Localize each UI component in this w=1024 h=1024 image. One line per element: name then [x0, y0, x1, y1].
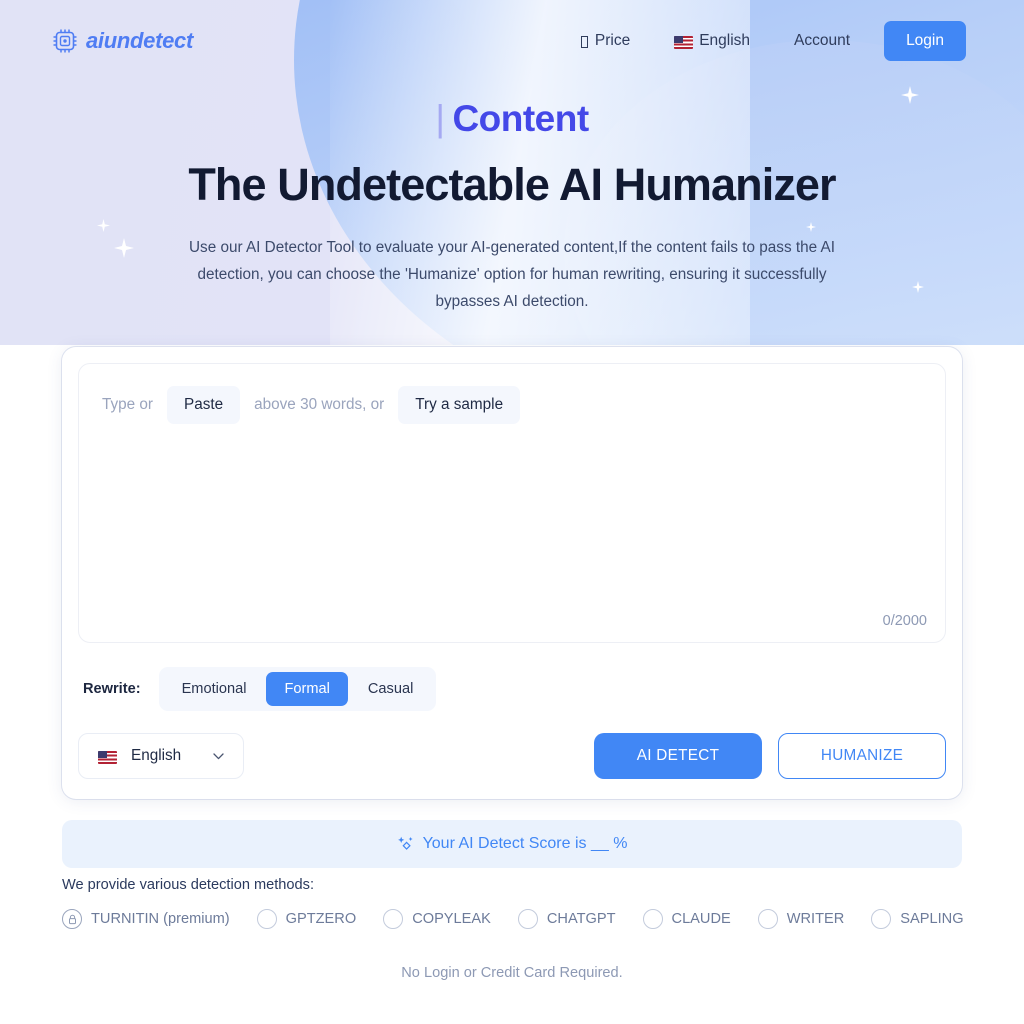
main-nav: Price English Account Login	[559, 21, 966, 61]
method-label: CHATGPT	[546, 911, 616, 927]
character-counter: 0/2000	[882, 613, 927, 629]
nav-item-language[interactable]: English	[652, 32, 772, 50]
hero-eyebrow-bar: |	[435, 98, 445, 139]
method-label: COPYLEAK	[412, 911, 491, 927]
placeholder-middle: above 30 words, or	[254, 396, 385, 413]
missing-glyph-icon	[580, 36, 588, 48]
lock-radio	[62, 909, 82, 929]
nav-item-label: English	[699, 32, 751, 49]
hero-subtitle: Use our AI Detector Tool to evaluate you…	[189, 239, 835, 311]
paste-button[interactable]: Paste	[167, 386, 241, 424]
brand-logo[interactable]: aiundetect	[52, 28, 193, 54]
detection-methods-label: We provide various detection methods:	[62, 877, 315, 893]
ai-detect-button[interactable]: AI DETECT	[594, 733, 762, 779]
hero-eyebrow-label: Content	[452, 98, 589, 139]
editor-placeholder-row: Type or Paste above 30 words, or Try a s…	[79, 364, 945, 424]
hero-eyebrow: | Content	[0, 100, 1024, 137]
page-title: The Undetectable AI Humanizer	[188, 159, 836, 210]
radio-icon	[517, 909, 538, 929]
text-input-area[interactable]: Type or Paste above 30 words, or Try a s…	[78, 363, 946, 643]
placeholder-prefix: Type or	[102, 396, 154, 413]
humanizer-card: Type or Paste above 30 words, or Try a s…	[62, 347, 962, 799]
detection-methods-row: TURNITIN (premium) GPTZERO COPYLEAK CHAT…	[62, 909, 972, 929]
nav-item-label: Account	[794, 32, 851, 49]
radio-icon	[256, 909, 277, 929]
method-label: WRITER	[786, 911, 845, 927]
ai-detect-score-banner: Your AI Detect Score is __ %	[62, 820, 962, 868]
rewrite-controls: Rewrite: Emotional Formal Casual	[62, 659, 962, 711]
tone-option-formal[interactable]: Formal	[266, 672, 348, 706]
score-text: Your AI Detect Score is __ %	[422, 835, 628, 852]
hero-section: | Content The Undetectable AI Humanizer U…	[0, 100, 1024, 315]
method-option-writer[interactable]: WRITER	[757, 909, 845, 929]
us-flag-icon	[674, 35, 694, 49]
rewrite-tone-segmented-control: Emotional Formal Casual	[158, 667, 437, 711]
language-select-value: English	[131, 747, 182, 764]
site-header: aiundetect Price English Account Login	[0, 0, 1024, 82]
tone-option-casual[interactable]: Casual	[350, 672, 431, 706]
card-action-row: English AI DETECT HUMANIZE	[62, 711, 962, 799]
chip-icon	[53, 29, 77, 53]
footnote: No Login or Credit Card Required.	[401, 965, 623, 981]
method-label: SAPLING	[900, 911, 964, 927]
sparkle-icon	[397, 836, 413, 850]
login-button[interactable]: Login	[884, 21, 966, 61]
nav-item-price[interactable]: Price	[559, 32, 652, 50]
method-label: TURNITIN (premium)	[91, 911, 230, 927]
nav-item-account[interactable]: Account	[772, 32, 872, 50]
us-flag-icon	[98, 750, 117, 764]
nav-item-label: Price	[594, 32, 631, 49]
radio-icon	[383, 909, 404, 929]
brand-name: aiundetect	[86, 28, 194, 53]
humanize-button[interactable]: HUMANIZE	[778, 733, 946, 779]
radio-icon	[642, 909, 663, 929]
try-a-sample-button[interactable]: Try a sample	[398, 386, 521, 424]
method-option-turnitin[interactable]: TURNITIN (premium)	[62, 909, 230, 929]
lock-icon	[68, 914, 76, 924]
chevron-down-icon	[213, 752, 224, 759]
tone-option-emotional[interactable]: Emotional	[164, 672, 265, 706]
radio-icon	[871, 909, 892, 929]
method-option-claude[interactable]: CLAUDE	[642, 909, 731, 929]
rewrite-label: Rewrite:	[83, 681, 141, 697]
method-label: GPTZERO	[285, 911, 357, 927]
method-option-sapling[interactable]: SAPLING	[871, 909, 964, 929]
radio-icon	[757, 909, 778, 929]
method-option-copyleak[interactable]: COPYLEAK	[383, 909, 491, 929]
method-option-gptzero[interactable]: GPTZERO	[256, 909, 357, 929]
method-label: CLAUDE	[671, 911, 731, 927]
language-select[interactable]: English	[78, 733, 244, 779]
primary-actions: AI DETECT HUMANIZE	[594, 733, 946, 779]
method-option-chatgpt[interactable]: CHATGPT	[517, 909, 616, 929]
